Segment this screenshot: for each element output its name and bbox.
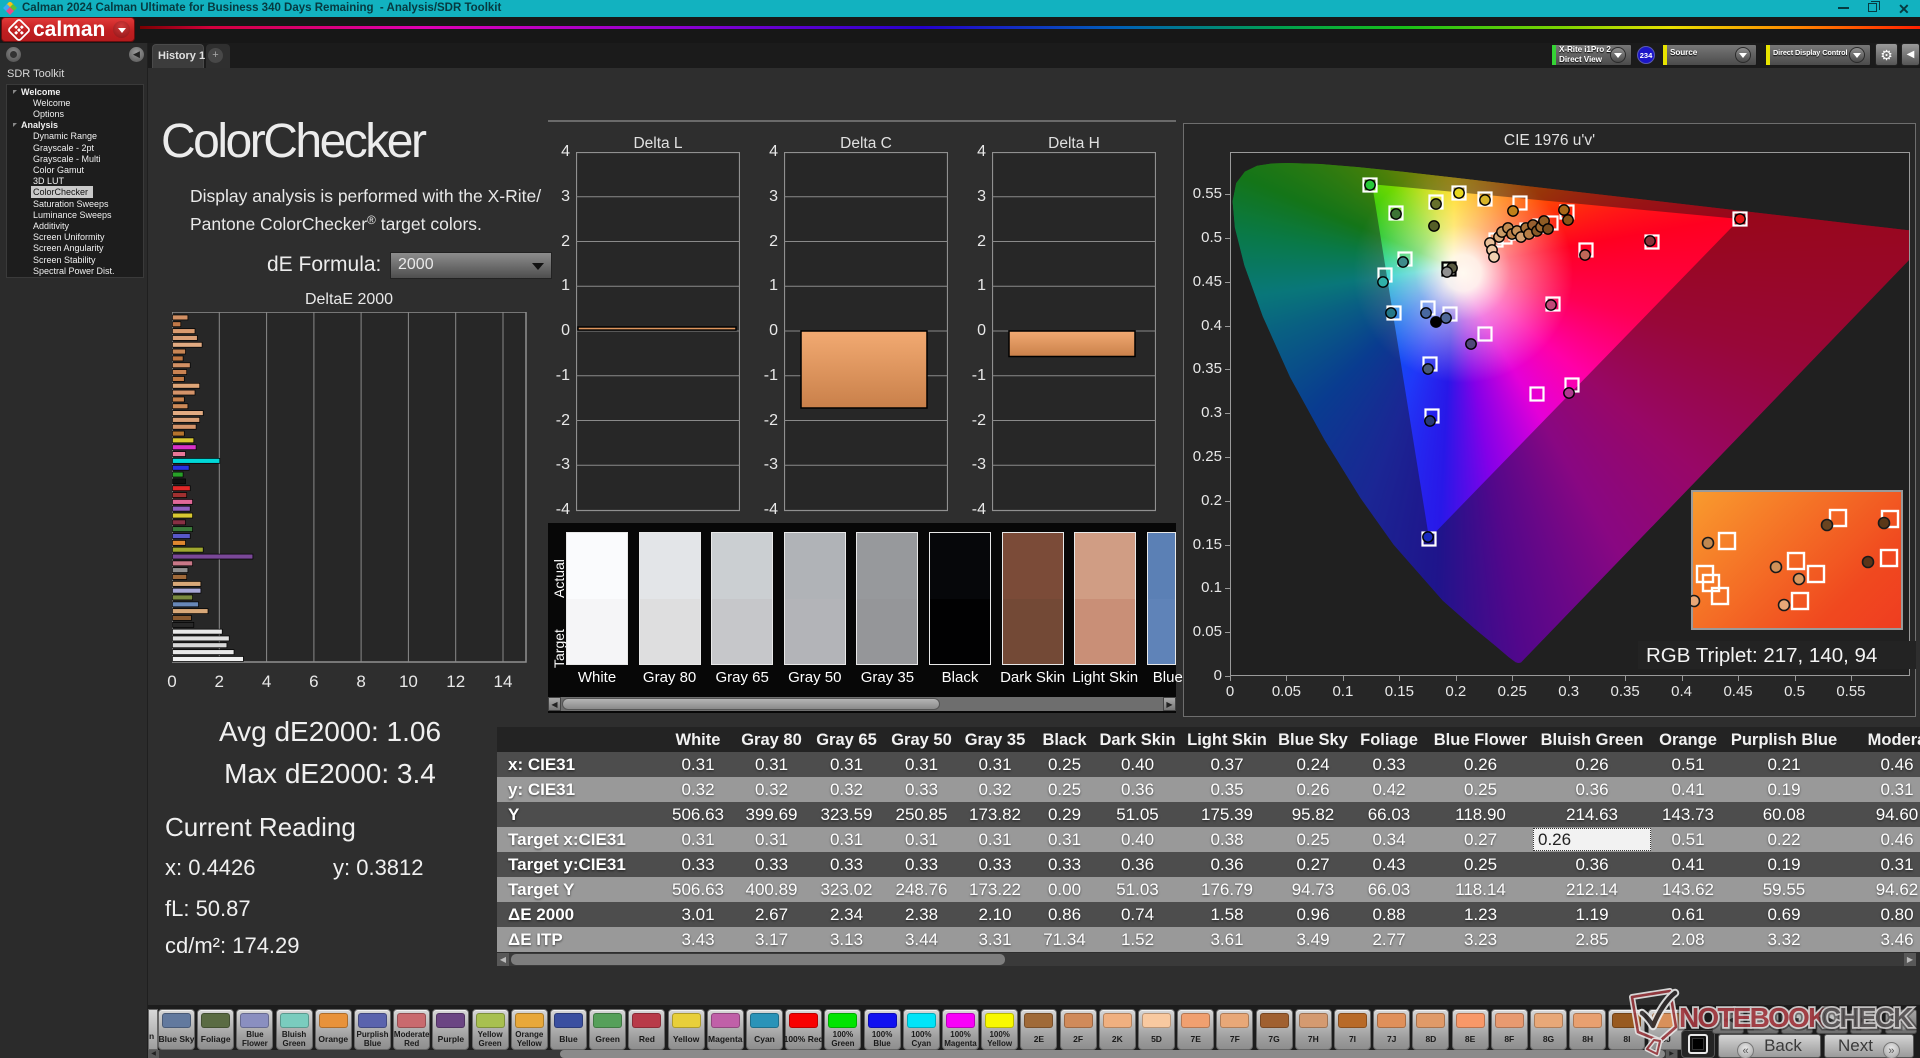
svg-text:CHECK: CHECK xyxy=(1821,1002,1913,1033)
svg-text:NOTEBOOK: NOTEBOOK xyxy=(1679,1002,1828,1033)
